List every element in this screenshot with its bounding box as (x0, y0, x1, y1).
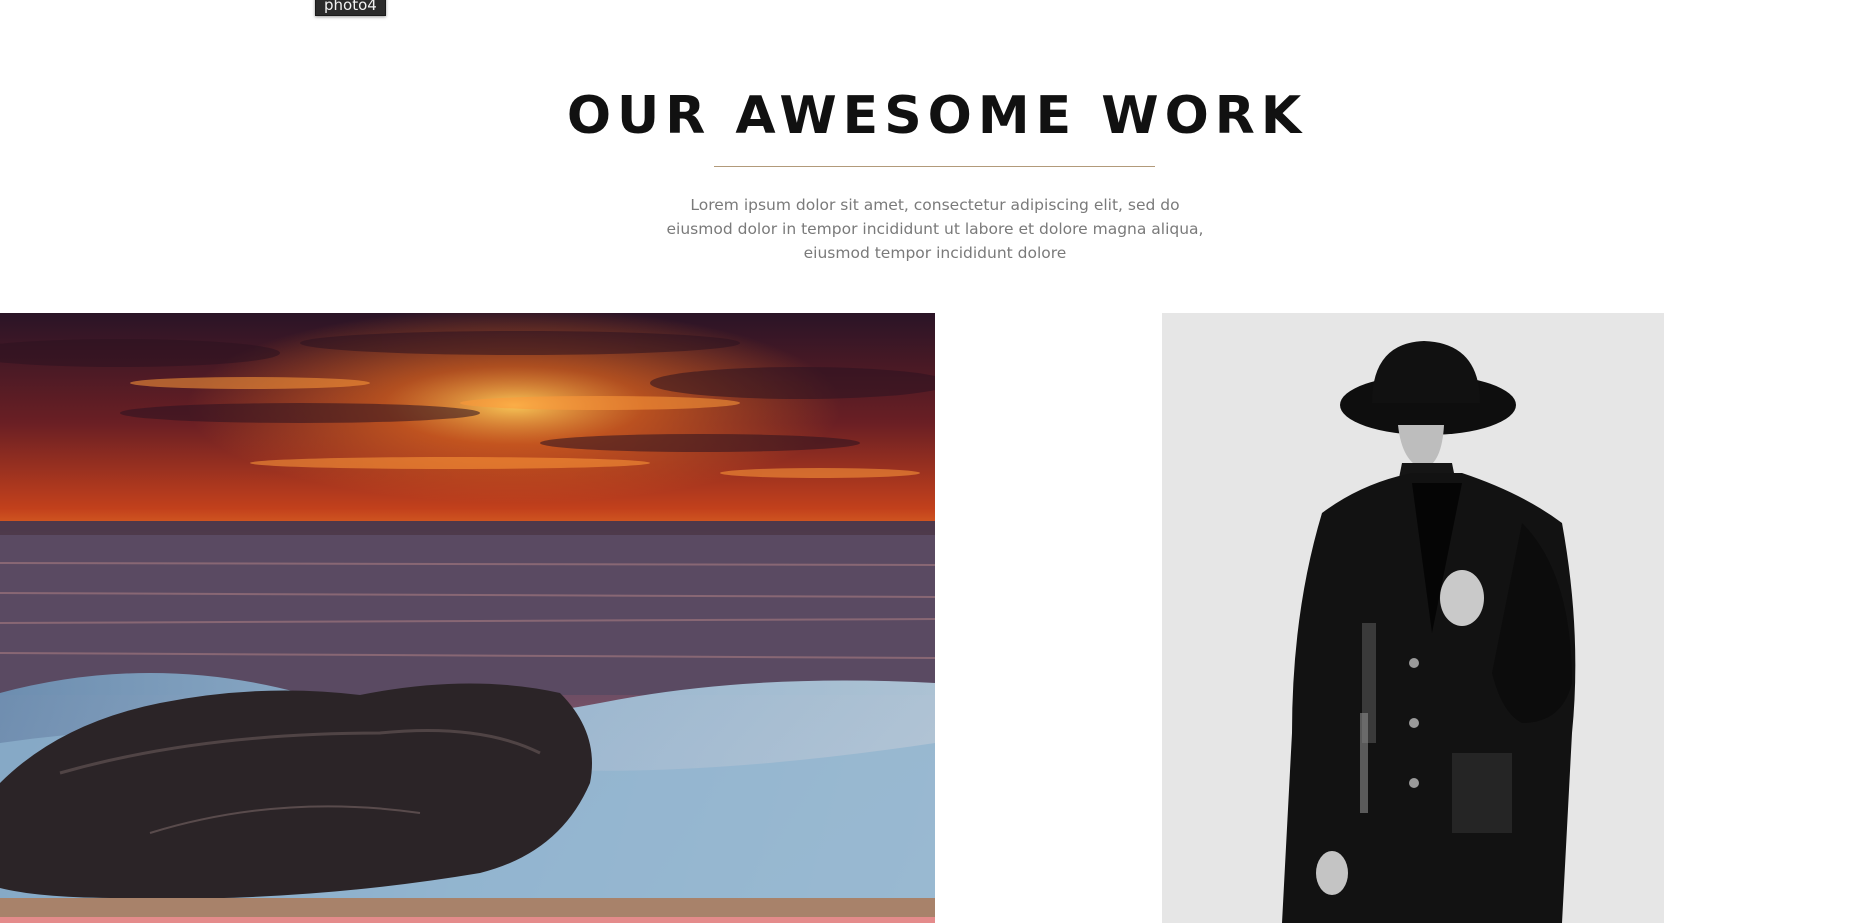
gallery-item-sunset[interactable] (0, 313, 935, 923)
section-description: Lorem ipsum dolor sit amet, consectetur … (666, 196, 1204, 262)
section-title: OUR AWESOME WORK (566, 86, 1308, 146)
sunset-seascape-image (0, 313, 935, 923)
image-tooltip: photo4 (315, 0, 386, 16)
title-divider (714, 166, 1155, 167)
page: photo4 OUR AWESOME WORK Lorem ipsum dolo… (0, 0, 1874, 923)
man-in-hat-portrait-image (1162, 313, 1664, 923)
gallery-item-portrait[interactable] (1162, 313, 1664, 923)
